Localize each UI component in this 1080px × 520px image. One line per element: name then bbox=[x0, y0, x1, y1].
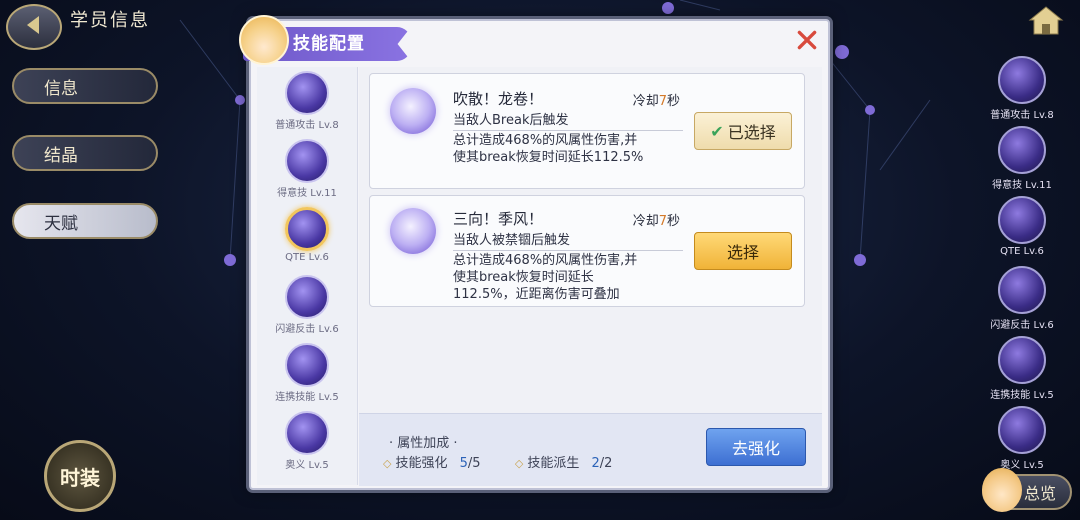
wings-icon bbox=[998, 336, 1046, 384]
right-skill-label: 连携技能 Lv.5 bbox=[990, 390, 1054, 401]
attribute-bonus-row: ◇ 技能强化 5/5 ◇ 技能派生 2/2 bbox=[383, 452, 612, 471]
slash-icon bbox=[285, 139, 329, 183]
tornado-icon bbox=[390, 88, 436, 134]
skill-item-label: 奥义 Lv.5 bbox=[285, 460, 329, 471]
close-button[interactable] bbox=[794, 27, 820, 53]
menu-info[interactable]: 信息 bbox=[12, 68, 158, 104]
skill-item-label: 普通攻击 Lv.8 bbox=[275, 120, 339, 131]
triangle-sigil-icon bbox=[998, 196, 1046, 244]
close-icon bbox=[797, 30, 817, 50]
skill-item-label: QTE Lv.6 bbox=[285, 252, 329, 263]
right-skill-normal-attack[interactable]: 普通攻击 Lv.8 bbox=[982, 56, 1062, 121]
divider bbox=[453, 130, 683, 131]
sword-icon bbox=[285, 71, 329, 115]
skill-option-name: 三向！季风！ bbox=[453, 210, 544, 228]
skill-list: 普通攻击 Lv.8 得意技 Lv.11 QTE Lv.6 闪避反击 Lv.6 连… bbox=[257, 67, 358, 485]
skill-option-description: 总计造成468%的风属性伤害,并 使其break恢复时间延长112.5% bbox=[453, 133, 644, 165]
select-button[interactable]: 选择 bbox=[694, 232, 792, 270]
attr-total: /5 bbox=[467, 456, 481, 471]
cooldown-prefix: 冷却 bbox=[632, 214, 659, 229]
cooldown-text: 冷却7秒 bbox=[633, 90, 680, 109]
diamond-icon: ◇ bbox=[514, 457, 524, 470]
skill-trigger-text: 当敌人被禁锢后触发 bbox=[453, 233, 571, 248]
skill-item-dodge[interactable]: 闪避反击 Lv.6 bbox=[257, 275, 357, 335]
enhance-button[interactable]: 去强化 bbox=[706, 428, 806, 466]
right-skill-ultimate[interactable]: 奥义 Lv.5 bbox=[982, 406, 1062, 471]
skill-item-normal-attack[interactable]: 普通攻击 Lv.8 bbox=[257, 71, 357, 131]
attr-current: 2 bbox=[591, 456, 600, 471]
star-burst-icon bbox=[285, 411, 329, 455]
skill-option-description: 总计造成468%的风属性伤害,并 使其break恢复时间延长 112.5%，近距… bbox=[453, 253, 638, 302]
dodge-icon bbox=[285, 275, 329, 319]
skill-trigger-text: 当敌人Break后触发 bbox=[453, 113, 569, 128]
wind-ring-icon bbox=[390, 208, 436, 254]
cooldown-text: 冷却7秒 bbox=[633, 210, 680, 229]
attr-current: 5 bbox=[459, 456, 468, 471]
right-skill-label: QTE Lv.6 bbox=[1000, 246, 1044, 257]
page-title: 学员信息 bbox=[70, 10, 150, 31]
wings-icon bbox=[285, 343, 329, 387]
menu-crystal[interactable]: 结晶 bbox=[12, 135, 158, 171]
cooldown-suffix: 秒 bbox=[666, 214, 680, 229]
skill-option-card: 三向！季风！ 冷却7秒 当敌人被禁锢后触发 总计造成468%的风属性伤害,并 使… bbox=[369, 195, 805, 307]
sword-icon bbox=[998, 56, 1046, 104]
diamond-icon: ◇ bbox=[383, 457, 392, 470]
skill-item-qte[interactable]: QTE Lv.6 bbox=[257, 207, 357, 263]
right-skill-label: 闪避反击 Lv.6 bbox=[990, 320, 1054, 331]
star-burst-icon bbox=[998, 406, 1046, 454]
avatar bbox=[982, 468, 1022, 512]
costume-button[interactable]: 时装 bbox=[44, 440, 116, 512]
skill-item-label: 得意技 Lv.11 bbox=[277, 188, 337, 199]
skill-item-label: 闪避反击 Lv.6 bbox=[275, 324, 339, 335]
skill-config-dialog: 技能配置 普通攻击 Lv.8 得意技 Lv.11 QTE Lv.6 闪避反击 L… bbox=[239, 15, 830, 490]
skill-item-signature[interactable]: 得意技 Lv.11 bbox=[257, 139, 357, 199]
cooldown-value: 7 bbox=[658, 214, 667, 229]
right-skill-signature[interactable]: 得意技 Lv.11 bbox=[982, 126, 1062, 191]
dialog-title: 技能配置 bbox=[293, 34, 365, 54]
attr-label: 技能强化 bbox=[395, 456, 448, 471]
home-icon[interactable] bbox=[1026, 4, 1066, 38]
check-icon: ✔ bbox=[710, 121, 724, 141]
skill-item-label: 连携技能 Lv.5 bbox=[275, 392, 339, 403]
skill-option-name: 吹散！龙卷！ bbox=[453, 90, 544, 108]
skill-item-ultimate[interactable]: 奥义 Lv.5 bbox=[257, 411, 357, 471]
attribute-bonus-bar: · 属性加成 · ◇ 技能强化 5/5 ◇ 技能派生 2/2 去强化 bbox=[359, 413, 822, 486]
attribute-bonus-title: · 属性加成 · bbox=[389, 436, 458, 451]
cooldown-prefix: 冷却 bbox=[632, 94, 659, 109]
back-button[interactable] bbox=[6, 4, 62, 50]
cooldown-suffix: 秒 bbox=[666, 94, 680, 109]
attr-label: 技能派生 bbox=[527, 456, 580, 471]
attr-total: /2 bbox=[599, 456, 613, 471]
cooldown-value: 7 bbox=[658, 94, 667, 109]
avatar bbox=[239, 15, 289, 65]
selected-button-label: 已选择 bbox=[727, 123, 776, 142]
skill-item-chain[interactable]: 连携技能 Lv.5 bbox=[257, 343, 357, 403]
slash-icon bbox=[998, 126, 1046, 174]
skill-options-pane: 吹散！龙卷！ 冷却7秒 当敌人Break后触发 总计造成468%的风属性伤害,并… bbox=[359, 67, 822, 413]
dodge-icon bbox=[998, 266, 1046, 314]
menu-talent[interactable]: 天赋 bbox=[12, 203, 158, 239]
right-skill-qte[interactable]: QTE Lv.6 bbox=[982, 196, 1062, 257]
selected-button[interactable]: ✔ 已选择 bbox=[694, 112, 792, 150]
divider bbox=[453, 250, 683, 251]
right-skill-dodge[interactable]: 闪避反击 Lv.6 bbox=[982, 266, 1062, 331]
triangle-sigil-icon bbox=[285, 207, 329, 251]
right-skill-label: 普通攻击 Lv.8 bbox=[990, 110, 1054, 121]
right-skill-chain[interactable]: 连携技能 Lv.5 bbox=[982, 336, 1062, 401]
skill-option-card: 吹散！龙卷！ 冷却7秒 当敌人Break后触发 总计造成468%的风属性伤害,并… bbox=[369, 73, 805, 189]
back-arrow-icon bbox=[21, 12, 47, 42]
right-skill-label: 得意技 Lv.11 bbox=[992, 180, 1052, 191]
